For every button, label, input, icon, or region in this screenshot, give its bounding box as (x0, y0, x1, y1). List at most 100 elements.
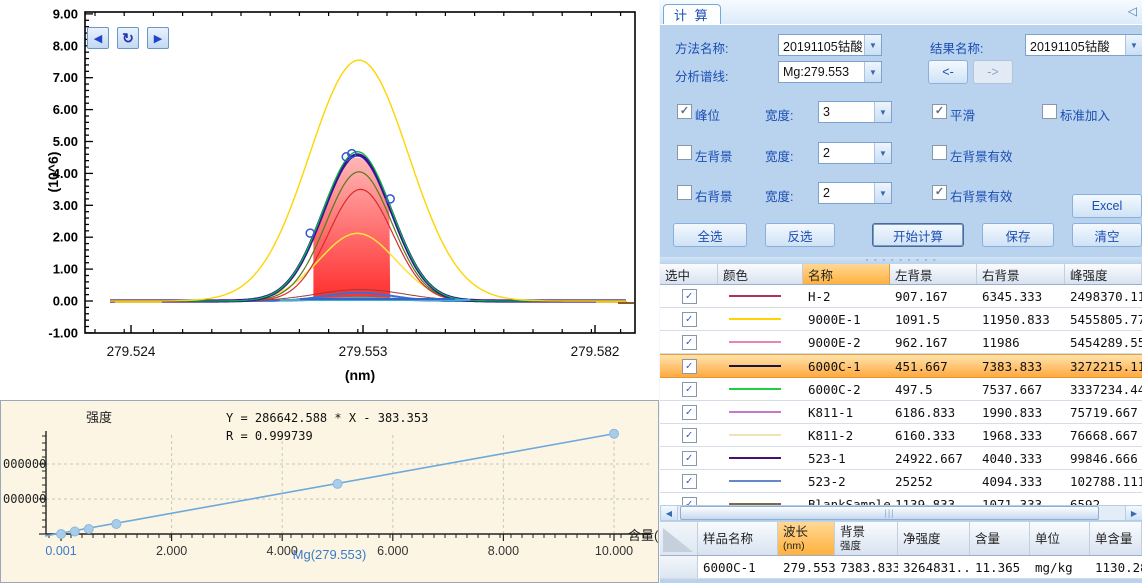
result-cell-2: 7383.833 (835, 560, 898, 575)
result-column-header-3[interactable]: 净强度 (898, 522, 970, 555)
row-checkbox[interactable] (682, 474, 697, 489)
right-background-width-combobox[interactable]: 2 ▼ (818, 182, 892, 204)
table-row[interactable]: 523-2252524094.333102788.111 (660, 470, 1142, 493)
cell-left-bg: 6186.833 (890, 405, 977, 420)
peak-width-combobox[interactable]: 3 ▼ (818, 101, 892, 123)
table-row[interactable]: 9000E-11091.511950.8335455805.778 (660, 308, 1142, 331)
row-checkbox[interactable] (682, 382, 697, 397)
cell-color (718, 411, 803, 413)
cell-checkbox (660, 382, 718, 397)
column-header-4[interactable]: 右背景 (977, 264, 1065, 284)
invert-selection-button[interactable]: 反选 (765, 223, 835, 247)
next-result-button[interactable]: -> (973, 60, 1013, 84)
chevron-down-icon[interactable]: ▼ (874, 102, 891, 122)
table-row[interactable]: H-2907.1676345.3332498370.111 (660, 285, 1142, 308)
result-column-header-2[interactable]: 背景强度 (835, 522, 898, 555)
series-color-line (729, 365, 781, 367)
analysis-line-combobox[interactable]: Mg:279.553 ▼ (778, 61, 882, 83)
cell-checkbox (660, 289, 718, 304)
row-checkbox[interactable] (682, 335, 697, 350)
column-header-5[interactable]: 峰强度 (1065, 264, 1142, 284)
prev-result-button[interactable]: <- (928, 60, 968, 84)
start-calculation-button[interactable]: 开始计算 (872, 223, 964, 247)
column-header-3[interactable]: 左背景 (890, 264, 977, 284)
tab-calculate[interactable]: 计 算 (663, 4, 721, 24)
cell-left-bg: 451.667 (890, 359, 977, 374)
width3-label: 宽度: (765, 186, 793, 205)
table-row[interactable]: 6000C-1451.6677383.8333272215.111 (660, 354, 1142, 378)
refresh-button[interactable]: ↻ (117, 27, 139, 49)
peak-position-checkbox[interactable] (677, 104, 692, 119)
cell-name: K811-1 (803, 405, 890, 420)
table-row[interactable]: 6000C-2497.57537.6673337234.444 (660, 378, 1142, 401)
column-header-2[interactable]: 名称 (803, 264, 890, 284)
row-checkbox[interactable] (682, 405, 697, 420)
left-background-valid-checkbox[interactable] (932, 145, 947, 160)
row-checkbox[interactable] (682, 359, 697, 374)
save-button[interactable]: 保存 (982, 223, 1054, 247)
scrollbar-thumb[interactable]: ||| (680, 506, 1099, 520)
result-name-label: 结果名称: (930, 38, 983, 57)
result-column-header-6[interactable]: 单含量 (1090, 522, 1142, 555)
svg-text:9.00: 9.00 (53, 6, 78, 21)
cell-color (718, 365, 803, 367)
scroll-left-icon[interactable]: ◀ (661, 506, 678, 520)
table-row[interactable]: 9000E-2962.167119865454289.556 (660, 331, 1142, 354)
row-checkbox[interactable] (682, 289, 697, 304)
chevron-down-icon[interactable]: ▼ (874, 183, 891, 203)
chevron-down-icon[interactable]: ▼ (1125, 35, 1142, 55)
horizontal-scrollbar[interactable]: ◀ ||| ▶ (660, 505, 1142, 521)
result-cell-5: mg/kg (1030, 560, 1090, 575)
table-row[interactable]: K811-16186.8331990.83375719.667 (660, 401, 1142, 424)
cell-color (718, 388, 803, 390)
table-row[interactable]: K811-26160.3331968.33376668.667 (660, 424, 1142, 447)
cell-name: H-2 (803, 289, 890, 304)
prev-spectrum-button[interactable]: ◀ (87, 27, 109, 49)
peak-chart-panel: 9.008.007.006.005.004.003.002.001.000.00… (0, 0, 660, 400)
column-header-1[interactable]: 颜色 (718, 264, 803, 284)
result-name-combobox[interactable]: 20191105钴酸 ▼ (1025, 34, 1142, 56)
result-column-header-1[interactable]: 波长(nm) (778, 522, 835, 555)
result-row[interactable]: 6000C-1279.5537383.8333264831...11.365mg… (660, 556, 1142, 579)
result-column-header-4[interactable]: 含量 (970, 522, 1030, 555)
row-checkbox[interactable] (682, 451, 697, 466)
svg-text:1.00: 1.00 (53, 262, 78, 277)
series-color-line (729, 388, 781, 390)
calibration-point (57, 530, 66, 539)
select-all-corner[interactable] (660, 522, 698, 555)
left-background-checkbox[interactable] (677, 145, 692, 160)
select-all-button[interactable]: 全选 (673, 223, 747, 247)
svg-text:8.00: 8.00 (53, 38, 78, 53)
svg-text:279.553: 279.553 (339, 344, 388, 359)
series-color-line (729, 341, 781, 343)
excel-button[interactable]: Excel (1072, 194, 1142, 218)
row-checkbox[interactable] (682, 312, 697, 327)
series-color-line (729, 318, 781, 320)
splitter-handle[interactable]: ◦ ◦ ◦ ◦ ◦ ◦ ◦ ◦ ◦ (660, 257, 1142, 264)
series-color-line (729, 434, 781, 436)
table-row[interactable]: 523-124922.6674040.33399846.666 (660, 447, 1142, 470)
cell-right-bg: 1990.833 (977, 405, 1065, 420)
clear-button[interactable]: 清空 (1072, 223, 1142, 247)
right-background-valid-checkbox[interactable] (932, 185, 947, 200)
method-name-combobox[interactable]: 20191105钴酸 ▼ (778, 34, 882, 56)
column-header-0[interactable]: 选中 (660, 264, 718, 284)
collapse-panel-icon[interactable]: ◁ (1128, 4, 1137, 18)
chevron-down-icon[interactable]: ▼ (864, 35, 881, 55)
scroll-right-icon[interactable]: ▶ (1125, 506, 1142, 520)
cell-name: 9000E-2 (803, 335, 890, 350)
result-column-header-5[interactable]: 单位 (1030, 522, 1090, 555)
calibration-point (610, 429, 619, 438)
result-table: 样品名称波长(nm)背景强度净强度含量单位单含量6000C-1279.55373… (660, 522, 1142, 579)
standard-addition-checkbox[interactable] (1042, 104, 1057, 119)
right-background-checkbox[interactable] (677, 185, 692, 200)
cell-left-bg: 6160.333 (890, 428, 977, 443)
chevron-down-icon[interactable]: ▼ (864, 62, 881, 82)
left-background-width-combobox[interactable]: 2 ▼ (818, 142, 892, 164)
smooth-checkbox[interactable] (932, 104, 947, 119)
next-spectrum-button[interactable]: ▶ (147, 27, 169, 49)
row-checkbox[interactable] (682, 428, 697, 443)
result-column-header-0[interactable]: 样品名称 (698, 522, 778, 555)
chevron-down-icon[interactable]: ▼ (874, 143, 891, 163)
result-cell-4: 11.365 (970, 560, 1030, 575)
